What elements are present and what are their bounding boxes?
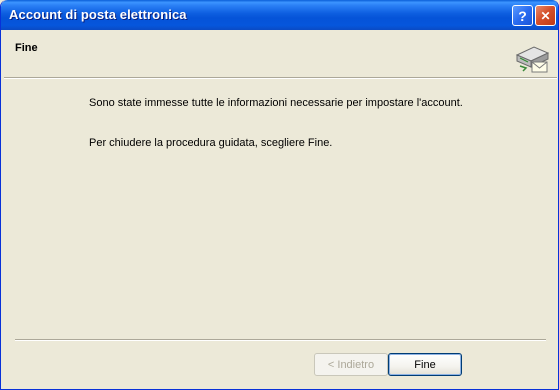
close-button[interactable]: ✕ <box>535 5 556 26</box>
finish-button[interactable]: Fine <box>388 353 462 376</box>
page-title: Fine <box>15 42 38 54</box>
dialog-window: Account di posta elettronica ? ✕ Fine So… <box>0 0 559 390</box>
window-title: Account di posta elettronica <box>9 7 187 22</box>
header-divider <box>4 77 557 79</box>
instruction-message: Per chiudere la procedura guidata, scegl… <box>89 137 333 149</box>
info-message: Sono state immesse tutte le informazioni… <box>89 97 463 109</box>
wizard-header: Fine <box>4 30 557 76</box>
title-bar[interactable]: Account di posta elettronica ? ✕ <box>1 0 558 30</box>
back-button-label: < Indietro <box>327 358 375 371</box>
help-icon: ? <box>518 7 527 24</box>
mail-server-icon <box>515 46 550 73</box>
help-button[interactable]: ? <box>512 5 533 26</box>
back-button[interactable]: < Indietro <box>314 353 388 376</box>
finish-button-label: Fine <box>414 358 436 371</box>
close-icon: ✕ <box>540 8 551 23</box>
footer-divider <box>15 339 546 341</box>
